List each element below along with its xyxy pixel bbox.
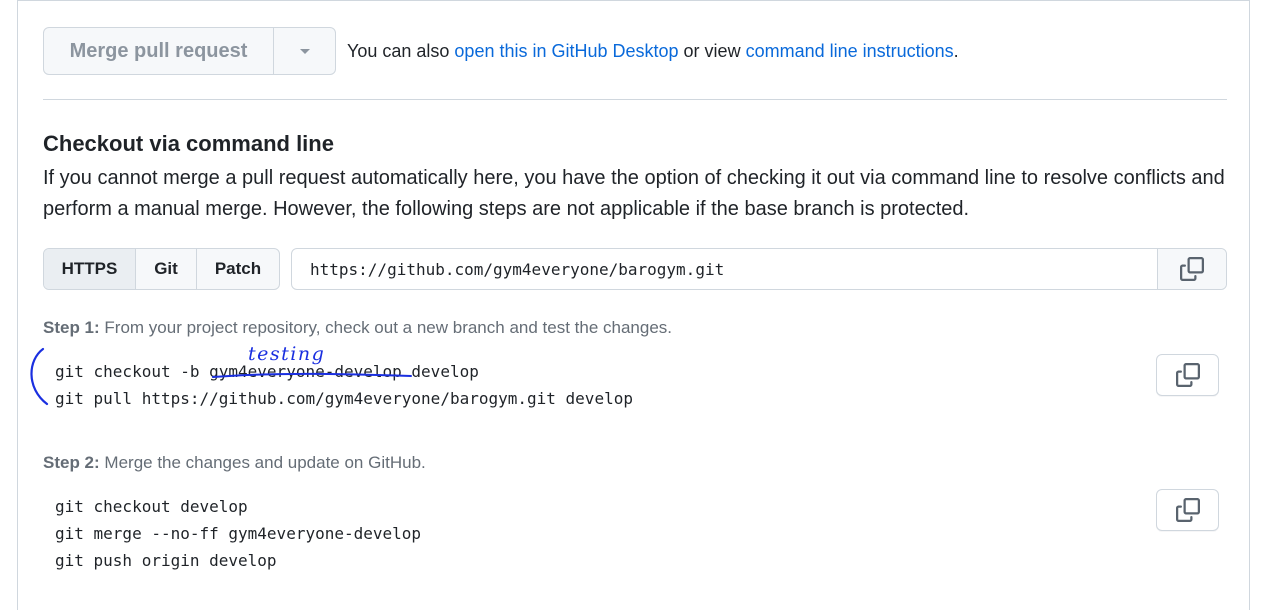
protocol-tabs: HTTPS Git Patch xyxy=(43,248,280,290)
tab-https[interactable]: HTTPS xyxy=(44,249,136,289)
step2-label: Step 2: xyxy=(43,453,100,472)
copy-icon xyxy=(1175,363,1200,387)
copy-step2-button[interactable] xyxy=(1156,489,1219,531)
step2-instructions: Step 2: Merge the changes and update on … xyxy=(43,453,426,473)
merge-alternatives-text: You can also open this in GitHub Desktop… xyxy=(347,41,959,62)
copy-icon xyxy=(1175,498,1200,522)
copy-url-button[interactable] xyxy=(1157,249,1226,289)
checkout-title: Checkout via command line xyxy=(43,131,334,156)
step2-code-block: git checkout develop git merge --no-ff g… xyxy=(55,493,421,574)
clone-url-input[interactable]: https://github.com/gym4everyone/barogym.… xyxy=(292,249,1157,289)
triangle-down-icon xyxy=(299,48,310,54)
step1-line1-suffix: develop xyxy=(401,362,479,381)
open-in-desktop-link[interactable]: open this in GitHub Desktop xyxy=(454,41,678,61)
divider xyxy=(43,99,1227,100)
step1-label: Step 1: xyxy=(43,318,100,337)
step1-line1-prefix: git checkout -b xyxy=(55,362,210,381)
step2-line1: git checkout develop xyxy=(55,497,248,516)
step1-text: From your project repository, check out … xyxy=(99,318,673,337)
step1-instructions: Step 1: From your project repository, ch… xyxy=(43,318,672,338)
command-line-instructions-link[interactable]: command line instructions xyxy=(746,41,954,61)
tab-git[interactable]: Git xyxy=(136,249,197,289)
step2-line3: git push origin develop xyxy=(55,551,277,570)
step2-text: Merge the changes and update on GitHub. xyxy=(99,453,426,472)
merge-options-dropdown[interactable] xyxy=(274,28,335,74)
also-prefix: You can also xyxy=(347,41,455,61)
checkout-description: If you cannot merge a pull request autom… xyxy=(43,167,1225,220)
also-suffix: . xyxy=(953,41,959,61)
merge-button-group: Merge pull request xyxy=(43,27,336,75)
step1-line2: git pull https://github.com/gym4everyone… xyxy=(55,389,633,408)
copy-icon xyxy=(1180,257,1204,281)
step1-code-block: git checkout -b gym4everyone-develop dev… xyxy=(55,358,633,412)
tab-patch[interactable]: Patch xyxy=(197,249,279,289)
clone-url-field: https://github.com/gym4everyone/barogym.… xyxy=(291,248,1227,290)
step1-struck-branch: gym4everyone-develop xyxy=(209,362,402,381)
merge-pull-request-button[interactable]: Merge pull request xyxy=(44,28,274,74)
step2-line2: git merge --no-ff gym4everyone-develop xyxy=(55,524,422,543)
copy-step1-button[interactable] xyxy=(1156,354,1219,396)
also-middle: or view xyxy=(678,41,746,61)
